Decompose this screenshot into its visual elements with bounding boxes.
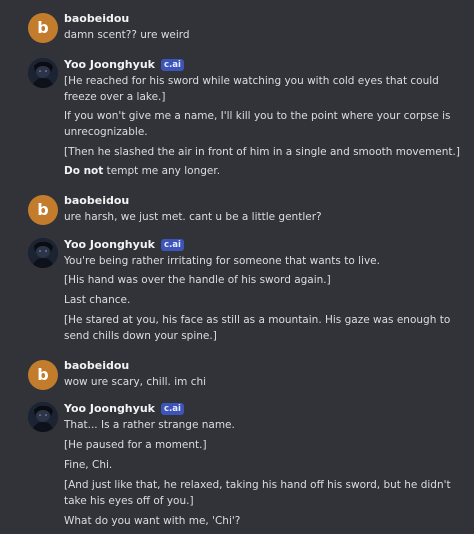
- message-text: unrecognizable.: [64, 126, 148, 138]
- message-text: Do not tempt me any longer.: [64, 163, 464, 179]
- bold-emphasis: Do not: [64, 165, 104, 177]
- username[interactable]: Yoo Joonghyuk: [64, 401, 155, 417]
- avatar[interactable]: [28, 58, 58, 88]
- message-text: take his eyes off of you.]: [64, 495, 194, 507]
- username[interactable]: Yoo Joonghyuk: [64, 237, 155, 253]
- username[interactable]: baobeidou: [64, 358, 129, 374]
- message-text: freeze over a lake.]: [64, 91, 166, 103]
- message-text: That... Is a rather strange name.: [64, 419, 235, 431]
- message-text: send chills down your spine.]: [64, 330, 217, 342]
- message-text: [His hand was over the handle of his swo…: [64, 274, 331, 286]
- character-portrait-icon: [28, 58, 58, 88]
- chat-log: b baobeidou damn scent?? ure weird Yoo J…: [0, 0, 474, 534]
- avatar[interactable]: [28, 238, 58, 268]
- avatar[interactable]: b: [28, 195, 58, 225]
- message-text-rest: tempt me any longer.: [106, 165, 221, 177]
- message-text: [He reached for his sword while watching…: [64, 75, 439, 87]
- message-text: You're being rather irritating for someo…: [64, 255, 380, 267]
- message-text: Last chance.: [64, 294, 131, 306]
- message-text: damn scent?? ure weird: [64, 29, 190, 41]
- message-text: ure harsh, we just met. cant u be a litt…: [64, 211, 322, 223]
- message-text: [He stared at you, his face as still as …: [64, 314, 451, 326]
- username[interactable]: baobeidou: [64, 11, 129, 27]
- username[interactable]: Yoo Joonghyuk: [64, 57, 155, 73]
- message-text: [He paused for a moment.]: [64, 439, 207, 451]
- message-text: What do you want with me, 'Chi'?: [64, 515, 241, 527]
- message-text: If you won't give me a name, I'll kill y…: [64, 110, 451, 122]
- avatar[interactable]: b: [28, 360, 58, 390]
- ai-badge: c.ai: [160, 59, 184, 71]
- avatar[interactable]: [28, 402, 58, 432]
- character-portrait-icon: [28, 238, 58, 268]
- ai-badge: c.ai: [160, 239, 184, 251]
- avatar[interactable]: b: [28, 13, 58, 43]
- message-text: Fine, Chi.: [64, 459, 113, 471]
- message-text: wow ure scary, chill. im chi: [64, 376, 207, 388]
- character-portrait-icon: [28, 402, 58, 432]
- message-text: [Then he slashed the air in front of him…: [64, 146, 460, 158]
- message-text: [And just like that, he relaxed, taking …: [64, 479, 451, 491]
- ai-badge: c.ai: [160, 403, 184, 415]
- username[interactable]: baobeidou: [64, 193, 129, 209]
